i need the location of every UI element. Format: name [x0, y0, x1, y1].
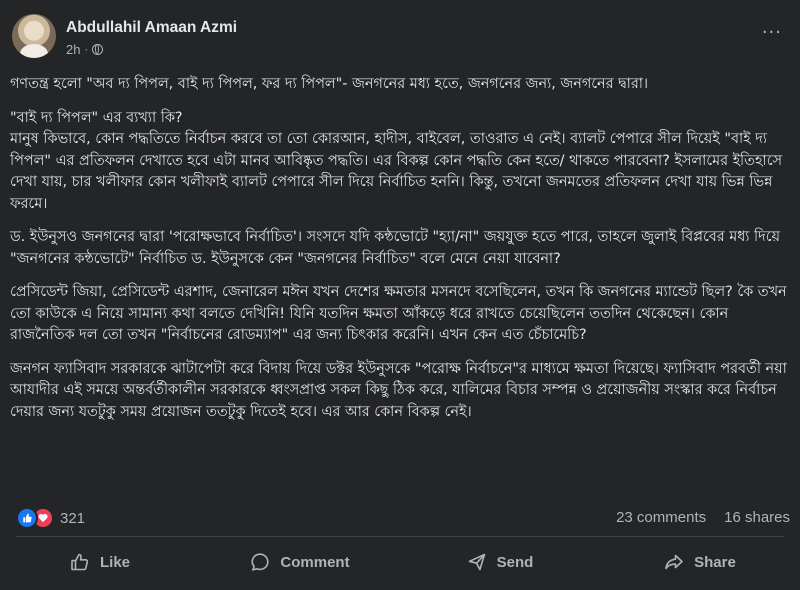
send-label: Send [496, 553, 534, 571]
post-meta: 2h · [66, 42, 104, 57]
share-label: Share [694, 553, 736, 571]
post-paragraph-5: জনগন ফ্যাসিবাদ সরকারকে ঝাটাপেটা করে বিদা… [10, 360, 787, 420]
shares-count[interactable]: 16 shares [724, 509, 790, 526]
like-button[interactable]: Like [0, 540, 200, 584]
meta-separator: · [84, 43, 89, 56]
post-header: Abdullahil Amaan Azmi 2h · ··· [0, 0, 800, 64]
post-timestamp[interactable]: 2h [66, 42, 80, 57]
comments-count[interactable]: 23 comments [616, 509, 706, 526]
like-label: Like [99, 553, 130, 571]
comment-bubble-icon [250, 552, 270, 572]
post-stats: 321 23 comments 16 shares [0, 504, 800, 530]
thumbs-up-icon [70, 552, 90, 572]
facebook-post: Abdullahil Amaan Azmi 2h · ··· গণতন্ত্র … [0, 0, 800, 590]
like-reaction-icon [16, 507, 38, 529]
globe-icon[interactable] [92, 44, 104, 55]
engagement-counts: 23 comments 16 shares [616, 509, 790, 526]
share-arrow-icon [664, 552, 684, 572]
more-options-icon[interactable]: ··· [762, 22, 782, 43]
post-paragraph-4: প্রেসিডেন্ট জিয়া, প্রেসিডেন্ট এরশাদ, জে… [10, 284, 787, 343]
send-button[interactable]: Send [400, 540, 600, 584]
post-paragraph-2: "বাই দ্য পিপল" এর ব্যখ্যা কি? মানুষ কিভা… [10, 109, 782, 212]
post-actions-bar: Like Comment Send Share [0, 540, 800, 584]
comment-label: Comment [280, 553, 350, 571]
avatar-figure [20, 44, 48, 58]
reaction-count[interactable]: 321 [60, 510, 85, 527]
actions-divider [16, 536, 784, 537]
comment-button[interactable]: Comment [200, 540, 400, 584]
post-body: গণতন্ত্র হলো "অব দ্য পিপল, বাই দ্য পিপল,… [10, 74, 792, 435]
author-avatar[interactable] [12, 14, 56, 58]
post-paragraph-3: ড. ইউনুসও জনগনের দ্বারা 'পরোক্ষভাবে নির্… [10, 229, 780, 267]
send-icon [467, 552, 487, 572]
author-name[interactable]: Abdullahil Amaan Azmi [66, 19, 237, 37]
post-paragraph-1: গণতন্ত্র হলো "অব দ্য পিপল, বাই দ্য পিপল,… [10, 76, 649, 92]
reactions-summary[interactable]: 321 [16, 507, 85, 529]
share-button[interactable]: Share [600, 540, 800, 584]
